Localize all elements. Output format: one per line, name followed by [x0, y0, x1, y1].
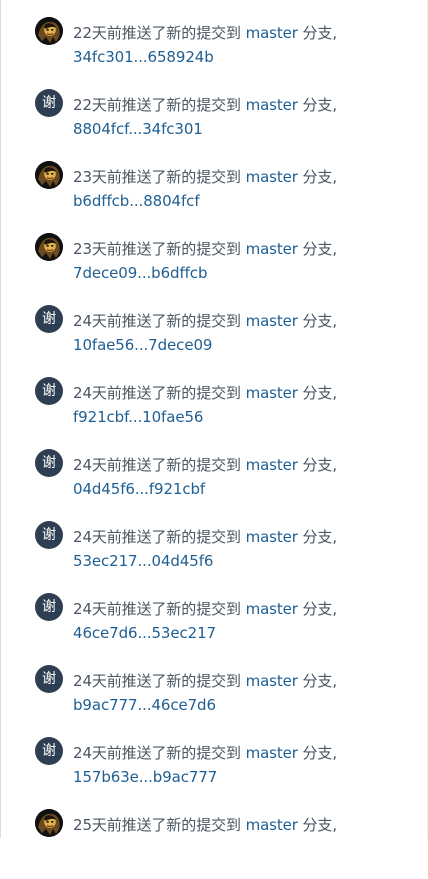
commit-compare-link[interactable]: f921cbf...10fae56: [73, 405, 403, 429]
user-avatar[interactable]: 谢: [35, 593, 63, 621]
branch-link[interactable]: master: [246, 672, 298, 690]
branch-link[interactable]: master: [246, 528, 298, 546]
user-avatar[interactable]: 谢: [35, 521, 63, 549]
activity-item: 谢 22天前推送了新的提交到 master 分支, 8804fcf...34fc…: [35, 87, 415, 159]
branch-link[interactable]: master: [246, 24, 298, 42]
user-avatar-icon[interactable]: [35, 233, 63, 261]
user-avatar-icon[interactable]: [35, 161, 63, 189]
activity-item: 谢 24天前推送了新的提交到 master 分支, 53ec217...04d4…: [35, 519, 415, 591]
activity-message: 23天前推送了新的提交到 master 分支, 7dece09...b6dffc…: [73, 237, 403, 285]
user-avatar[interactable]: 谢: [35, 305, 63, 333]
activity-item: 谢 24天前推送了新的提交到 master 分支, f921cbf...10fa…: [35, 375, 415, 447]
commit-compare-link[interactable]: 04d45f6...f921cbf: [73, 477, 403, 501]
timeline-divider: [0, 0, 1, 838]
branch-link[interactable]: master: [246, 600, 298, 618]
branch-link[interactable]: master: [246, 240, 298, 258]
activity-item: 谢 24天前推送了新的提交到 master 分支, 10fae56...7dec…: [35, 303, 415, 375]
activity-description: 23天前推送了新的提交到: [73, 168, 241, 186]
branch-link[interactable]: master: [246, 96, 298, 114]
activity-message: 22天前推送了新的提交到 master 分支, 8804fcf...34fc30…: [73, 93, 403, 141]
activity-description: 22天前推送了新的提交到: [73, 24, 241, 42]
activity-item: 谢 24天前推送了新的提交到 master 分支, 46ce7d6...53ec…: [35, 591, 415, 663]
commit-compare-link[interactable]: 7dece09...b6dffcb: [73, 261, 403, 285]
activity-message: 22天前推送了新的提交到 master 分支, 34fc301...658924…: [73, 21, 403, 69]
activity-item: 23天前推送了新的提交到 master 分支, 7dece09...b6dffc…: [35, 231, 415, 303]
activity-feed: 22天前推送了新的提交到 master 分支, 34fc301...658924…: [35, 15, 415, 879]
commit-compare-link[interactable]: 10fae56...7dece09: [73, 333, 403, 357]
commit-compare-link[interactable]: b9ac777...46ce7d6: [73, 693, 403, 717]
commit-compare-link[interactable]: 53ec217...04d45f6: [73, 549, 403, 573]
commit-compare-link[interactable]: 8804fcf...34fc301: [73, 117, 403, 141]
user-avatar[interactable]: 谢: [35, 89, 63, 117]
activity-suffix: 分支,: [302, 456, 338, 474]
branch-link[interactable]: master: [246, 456, 298, 474]
activity-suffix: 分支,: [302, 24, 338, 42]
activity-description: 24天前推送了新的提交到: [73, 384, 241, 402]
branch-link[interactable]: master: [246, 744, 298, 762]
activity-description: 24天前推送了新的提交到: [73, 528, 241, 546]
commit-compare-link[interactable]: 34fc301...658924b: [73, 45, 403, 69]
activity-message: 24天前推送了新的提交到 master 分支, 46ce7d6...53ec21…: [73, 597, 403, 645]
branch-link[interactable]: master: [246, 312, 298, 330]
activity-description: 25天前推送了新的提交到: [73, 816, 241, 834]
activity-description: 22天前推送了新的提交到: [73, 96, 241, 114]
user-avatar-icon[interactable]: [35, 809, 63, 837]
activity-description: 24天前推送了新的提交到: [73, 672, 241, 690]
branch-link[interactable]: master: [246, 384, 298, 402]
commit-compare-link[interactable]: 46ce7d6...53ec217: [73, 621, 403, 645]
user-avatar[interactable]: 谢: [35, 449, 63, 477]
activity-suffix: 分支,: [302, 312, 338, 330]
user-avatar[interactable]: 谢: [35, 665, 63, 693]
activity-suffix: 分支,: [302, 240, 338, 258]
activity-description: 24天前推送了新的提交到: [73, 600, 241, 618]
user-avatar[interactable]: 谢: [35, 737, 63, 765]
activity-message: 24天前推送了新的提交到 master 分支, 04d45f6...f921cb…: [73, 453, 403, 501]
activity-message: 24天前推送了新的提交到 master 分支, b9ac777...46ce7d…: [73, 669, 403, 717]
activity-suffix: 分支,: [302, 600, 338, 618]
activity-suffix: 分支,: [302, 528, 338, 546]
activity-suffix: 分支,: [302, 744, 338, 762]
activity-description: 24天前推送了新的提交到: [73, 744, 241, 762]
activity-item: 谢 24天前推送了新的提交到 master 分支, b9ac777...46ce…: [35, 663, 415, 735]
activity-description: 24天前推送了新的提交到: [73, 456, 241, 474]
branch-link[interactable]: master: [246, 816, 298, 834]
activity-message: 25天前推送了新的提交到 master 分支,: [73, 813, 403, 837]
activity-message: 24天前推送了新的提交到 master 分支, 10fae56...7dece0…: [73, 309, 403, 357]
commit-compare-link[interactable]: b6dffcb...8804fcf: [73, 189, 403, 213]
branch-link[interactable]: master: [246, 168, 298, 186]
activity-item: 22天前推送了新的提交到 master 分支, 34fc301...658924…: [35, 15, 415, 87]
activity-description: 23天前推送了新的提交到: [73, 240, 241, 258]
commit-compare-link[interactable]: 157b63e...b9ac777: [73, 765, 403, 789]
user-avatar[interactable]: 谢: [35, 377, 63, 405]
activity-suffix: 分支,: [302, 816, 338, 834]
activity-item: 23天前推送了新的提交到 master 分支, b6dffcb...8804fc…: [35, 159, 415, 231]
activity-description: 24天前推送了新的提交到: [73, 312, 241, 330]
activity-suffix: 分支,: [302, 168, 338, 186]
activity-suffix: 分支,: [302, 96, 338, 114]
activity-suffix: 分支,: [302, 672, 338, 690]
user-avatar-icon[interactable]: [35, 17, 63, 45]
activity-item: 25天前推送了新的提交到 master 分支,: [35, 807, 415, 879]
activity-message: 24天前推送了新的提交到 master 分支, 157b63e...b9ac77…: [73, 741, 403, 789]
activity-suffix: 分支,: [302, 384, 338, 402]
activity-message: 24天前推送了新的提交到 master 分支, f921cbf...10fae5…: [73, 381, 403, 429]
activity-item: 谢 24天前推送了新的提交到 master 分支, 04d45f6...f921…: [35, 447, 415, 519]
activity-item: 谢 24天前推送了新的提交到 master 分支, 157b63e...b9ac…: [35, 735, 415, 807]
activity-message: 24天前推送了新的提交到 master 分支, 53ec217...04d45f…: [73, 525, 403, 573]
activity-message: 23天前推送了新的提交到 master 分支, b6dffcb...8804fc…: [73, 165, 403, 213]
